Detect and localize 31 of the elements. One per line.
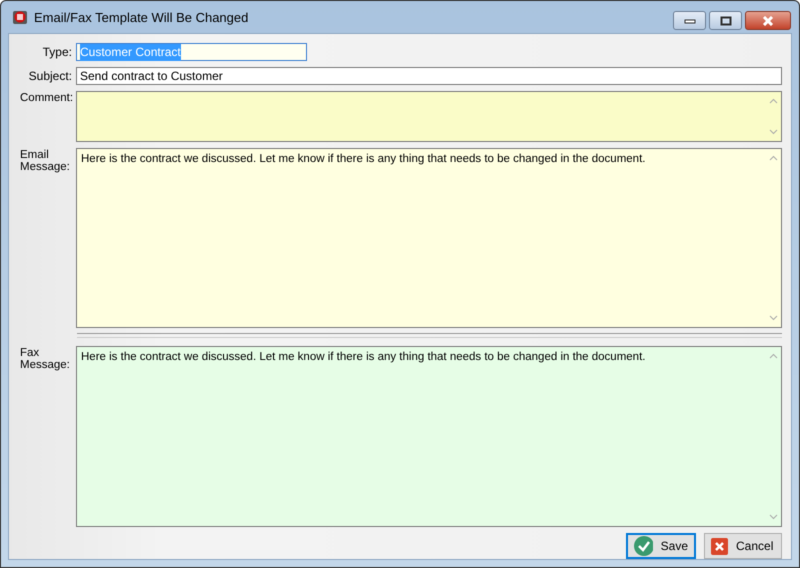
minimize-icon xyxy=(684,18,696,24)
memo-field[interactable]: Here is the contract we discussed. Let me know if there is any thing that needs to be changed in the document. xyxy=(76,346,782,527)
maximize-button[interactable] xyxy=(709,11,742,30)
app-icon xyxy=(12,9,28,25)
field-label: Comment: xyxy=(19,91,74,104)
scroll-down-icon xyxy=(768,514,778,520)
maximize-icon xyxy=(720,16,732,26)
window-title: Email/Fax Template Will Be Changed xyxy=(34,10,248,24)
cancel-button[interactable]: Cancel xyxy=(704,533,782,559)
scroll-up-icon xyxy=(768,155,778,161)
field-label: Subject: xyxy=(28,68,73,83)
field-label: Type: xyxy=(42,44,73,59)
message-text: Here is the contract we discussed. Let me know if there is any thing that needs to be changed in the document. xyxy=(81,153,646,165)
checkmark-icon xyxy=(634,536,653,556)
minimize-button[interactable] xyxy=(673,11,706,30)
save-button[interactable]: Save xyxy=(626,533,696,559)
memo-field[interactable]: Here is the contract we discussed. Let me know if there is any thing that needs to be changed in the document. xyxy=(76,148,782,328)
message-text: Here is the contract we discussed. Let me know if there is any thing that needs to be changed in the document. xyxy=(81,351,646,363)
close-button[interactable] xyxy=(745,11,791,30)
scroll-down-icon xyxy=(768,315,778,321)
field-label: Fax Message: xyxy=(19,346,71,371)
scroll-up-icon xyxy=(768,98,778,104)
scroll-up-icon xyxy=(768,353,778,359)
field-text: Send contract to Customer xyxy=(80,68,223,84)
field-label: Email Message: xyxy=(19,148,71,173)
cancel-x-icon xyxy=(711,538,728,554)
scroll-down-icon xyxy=(768,129,778,135)
memo-field[interactable] xyxy=(76,91,782,142)
text-field[interactable]: Send contract to Customer xyxy=(76,67,782,85)
field-text: Customer Contract xyxy=(80,44,181,60)
close-icon xyxy=(762,16,774,26)
